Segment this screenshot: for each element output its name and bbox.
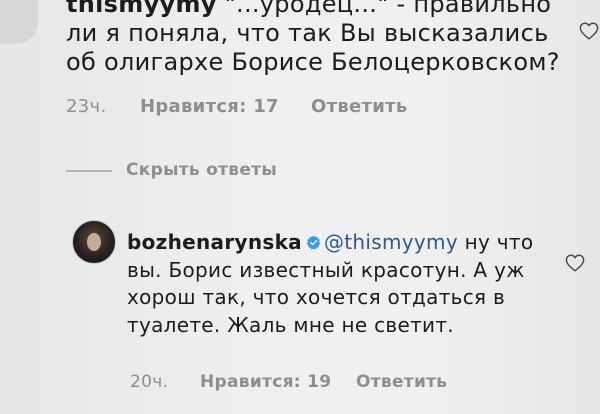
hide-replies-button[interactable]: Скрыть ответы <box>126 160 277 180</box>
comment-time: 20ч. <box>130 372 169 392</box>
mention-link[interactable]: @thismyymy <box>324 230 458 254</box>
comment-time: 23ч. <box>66 96 107 117</box>
likes-count[interactable]: Нравится: 17 <box>140 96 279 117</box>
verified-badge-icon <box>306 235 321 250</box>
comment-body: bozhenarynska @thismyymy ну что вы. Бори… <box>127 229 557 339</box>
comments-screen: thismyymy "...уродец..." - правильно ли … <box>0 0 600 414</box>
heart-outline-icon[interactable] <box>565 254 585 272</box>
avatar[interactable] <box>72 220 116 264</box>
likes-count[interactable]: Нравится: 19 <box>200 372 331 392</box>
reply-button[interactable]: Ответить <box>311 96 408 117</box>
avatar[interactable] <box>0 0 38 44</box>
comment-username[interactable]: bozhenarynska <box>127 230 302 254</box>
comment-username[interactable]: thismyymy <box>66 0 217 18</box>
divider-line <box>66 170 112 172</box>
avatar-face <box>87 233 101 251</box>
comment-body: thismyymy "...уродец..." - правильно ли … <box>66 0 566 77</box>
reply-button[interactable]: Ответить <box>356 372 447 392</box>
heart-outline-icon[interactable] <box>579 22 599 40</box>
